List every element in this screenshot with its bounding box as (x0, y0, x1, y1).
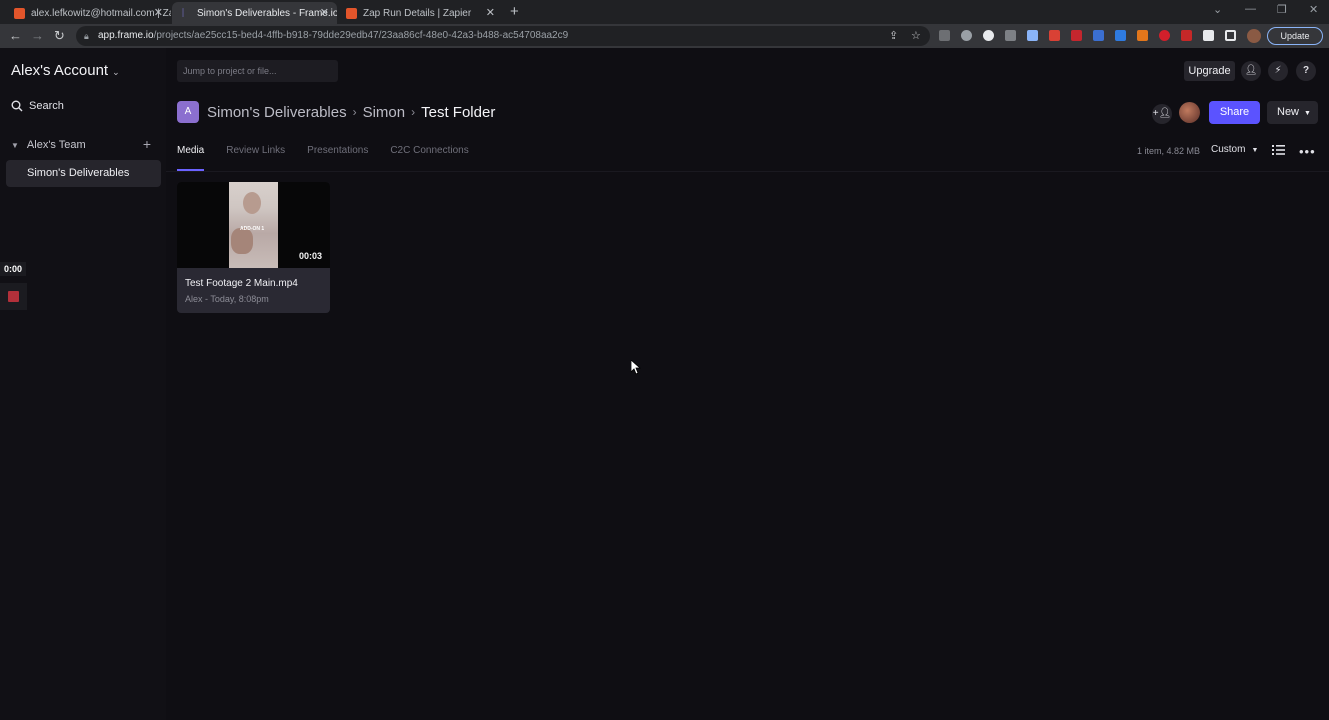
chevron-down-icon: ▼ (1304, 110, 1311, 117)
item-count: 1 item, 4.82 MB (1137, 146, 1201, 156)
extension-icon[interactable] (1049, 30, 1060, 41)
extension-icon[interactable] (1093, 30, 1104, 41)
back-icon[interactable]: ← (9, 28, 22, 43)
sort-label: Custom (1211, 144, 1246, 155)
divider (166, 171, 1329, 172)
url-host: app.frame.io (98, 30, 154, 41)
breadcrumb-project[interactable]: Simon's Deliverables (207, 104, 347, 121)
extension-icon[interactable] (1181, 30, 1192, 41)
new-button[interactable]: New ▼ (1267, 101, 1318, 124)
extension-icon[interactable] (1071, 30, 1082, 41)
video-frame-image (229, 182, 278, 268)
add-project-button[interactable]: + (139, 137, 155, 153)
stop-icon (8, 291, 19, 302)
extension-icon[interactable] (1137, 30, 1148, 41)
account-switcher[interactable]: Alex's Account ⌄ (11, 62, 120, 79)
asset-name[interactable]: Test Footage 2 Main.mp4 (185, 278, 298, 289)
lock-icon: 🔒︎ (84, 31, 89, 41)
tab-review-links[interactable]: Review Links (226, 145, 285, 171)
duration-badge: 00:03 (298, 251, 322, 261)
extension-icon[interactable] (961, 30, 972, 41)
content-tabs: Media Review Links Presentations C2C Con… (177, 145, 491, 171)
browser-tab-zap-run[interactable]: Zap Run Details | Zapier ✕ (338, 2, 503, 24)
breadcrumb-folder[interactable]: Simon (363, 104, 406, 121)
address-bar[interactable]: 🔒︎ app.frame.io/projects/ae25cc15-bed4-4… (76, 26, 930, 46)
sidebar: Alex's Account ⌄ Search ▼ Alex's Team + S… (0, 48, 166, 720)
extension-icon[interactable] (939, 30, 950, 41)
chevron-down-icon: ▼ (11, 140, 19, 150)
tab-media[interactable]: Media (177, 145, 205, 171)
bookmark-star-icon[interactable]: ☆ (911, 26, 921, 46)
list-view-icon[interactable] (1272, 144, 1285, 156)
search-icon (11, 100, 23, 112)
sort-dropdown[interactable]: Custom ▼ (1211, 144, 1258, 155)
sidebar-item-project[interactable]: Simon's Deliverables (6, 160, 161, 187)
search-label: Search (29, 100, 64, 112)
avatar[interactable] (1179, 102, 1200, 123)
extension-icon[interactable] (1159, 30, 1170, 41)
chevron-down-icon: ▼ (1251, 147, 1259, 154)
upgrade-button[interactable]: Upgrade (1184, 61, 1235, 81)
jump-to-input[interactable] (177, 60, 338, 82)
tab-presentations[interactable]: Presentations (307, 145, 368, 171)
sidebar-search[interactable]: Search (11, 100, 64, 112)
asset-thumbnail[interactable]: ADD-ON 1 00:03 (177, 182, 330, 268)
mouse-cursor-icon (631, 360, 641, 375)
account-name: Alex's Account (11, 62, 109, 79)
url-path: /projects/ae25cc15-bed4-4ffb-b918-79dde2… (153, 30, 569, 41)
chevron-right-icon: › (352, 105, 357, 119)
forward-icon[interactable]: → (31, 28, 44, 43)
zapier-favicon-icon (346, 7, 357, 19)
restore-icon[interactable]: ❐ (1277, 3, 1287, 16)
new-tab-icon[interactable]: + (510, 3, 519, 20)
help-icon[interactable]: ? (1296, 61, 1316, 81)
user-icon[interactable]: 👤︎ (1241, 61, 1261, 81)
close-icon[interactable]: ✕ (486, 6, 495, 19)
team-toggle[interactable]: ▼ Alex's Team (11, 139, 86, 151)
browser-tab-zapier-email[interactable]: alex.lefkowitz@hotmail.com | Zap ✕ (6, 2, 171, 24)
thumbnail-caption: ADD-ON 1 (240, 226, 265, 232)
lightning-icon[interactable]: ⚡︎ (1268, 61, 1288, 81)
window-close-icon[interactable]: ✕ (1309, 3, 1318, 16)
main-content: Upgrade 👤︎ ⚡︎ ? A Simon's Deliverables ›… (166, 48, 1329, 720)
chevron-right-icon: › (411, 105, 416, 119)
browser-tab-bar: alex.lefkowitz@hotmail.com | Zap ✕ ᛁ Sim… (0, 0, 1329, 24)
breadcrumb: A Simon's Deliverables › Simon › Test Fo… (177, 101, 495, 123)
new-label: New (1277, 106, 1300, 118)
browser-tab-title: alex.lefkowitz@hotmail.com | Zap (31, 7, 171, 19)
more-options-icon[interactable]: ••• (1299, 144, 1316, 159)
tab-c2c-connections[interactable]: C2C Connections (390, 145, 468, 171)
team-name: Alex's Team (26, 139, 86, 151)
browser-toolbar: ← → ↻ 🔒︎ app.frame.io/projects/ae25cc15-… (0, 24, 1329, 48)
update-button[interactable]: Update (1267, 27, 1323, 45)
record-stop-button[interactable] (0, 283, 27, 310)
tab-search-icon[interactable]: ⌄ (1213, 3, 1222, 16)
breadcrumb-current: Test Folder (421, 103, 496, 121)
share-button[interactable]: Share (1209, 101, 1260, 124)
asset-meta: Alex - Today, 8:08pm (185, 294, 269, 304)
extension-icon[interactable] (1005, 30, 1016, 41)
chevron-down-icon: ⌄ (112, 67, 120, 77)
puzzle-icon[interactable] (1203, 30, 1214, 41)
browser-tab-frameio[interactable]: ᛁ Simon's Deliverables - Frame.io ✕ (172, 2, 337, 24)
profile-avatar[interactable] (1247, 29, 1261, 43)
add-user-icon[interactable]: +👤︎ (1152, 104, 1172, 124)
share-page-icon[interactable]: ⇪ (889, 26, 898, 46)
browser-tab-title: Simon's Deliverables - Frame.io (197, 7, 337, 19)
asset-card[interactable]: ADD-ON 1 00:03 Test Footage 2 Main.mp4 A… (177, 182, 330, 313)
frameio-favicon-icon: ᛁ (180, 7, 186, 19)
close-icon[interactable]: ✕ (320, 6, 329, 19)
zapier-favicon-icon (14, 7, 25, 19)
browser-tab-title: Zap Run Details | Zapier (363, 7, 472, 19)
extension-icon[interactable] (983, 30, 994, 41)
recorder-timer: 0:00 (0, 262, 26, 276)
reload-icon[interactable]: ↻ (54, 28, 65, 44)
extension-icon[interactable] (1027, 30, 1038, 41)
close-icon[interactable]: ✕ (154, 6, 163, 19)
project-badge: A (177, 101, 199, 123)
side-panel-icon[interactable] (1225, 30, 1236, 41)
minimize-icon[interactable]: — (1245, 3, 1256, 15)
extension-icon[interactable] (1115, 30, 1126, 41)
